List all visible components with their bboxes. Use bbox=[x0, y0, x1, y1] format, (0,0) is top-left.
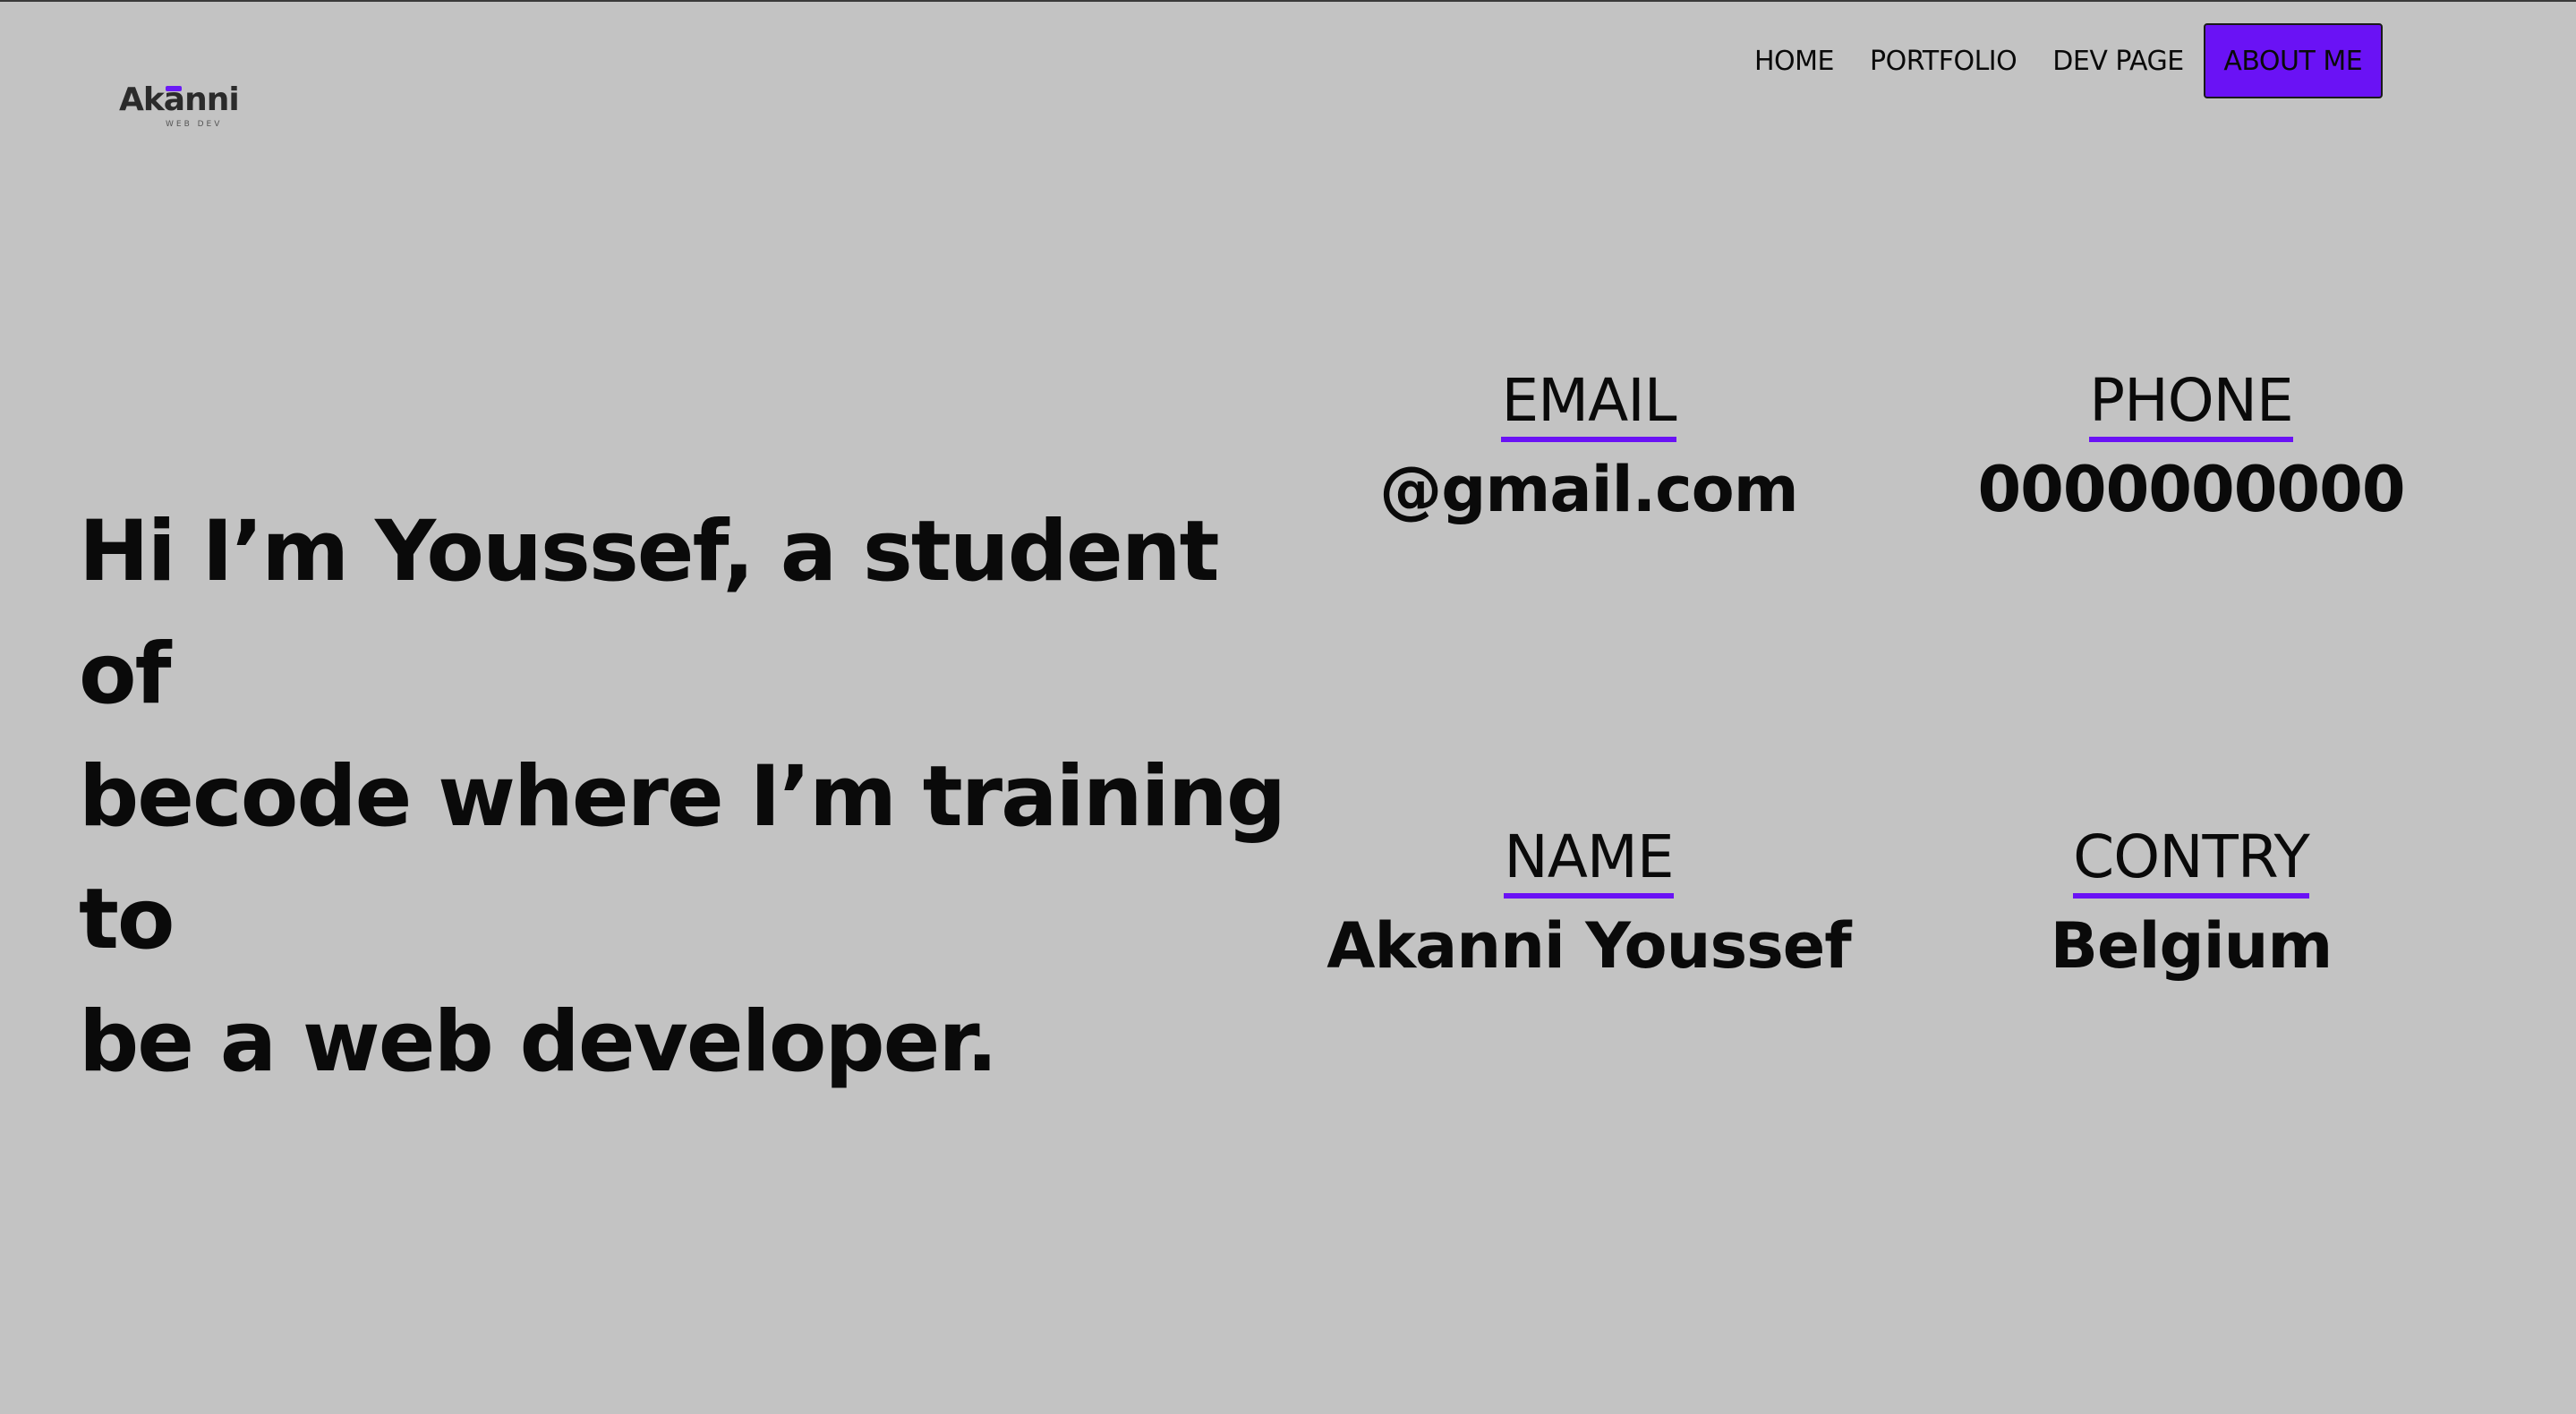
name-info: NAME Akanni Youssef bbox=[1302, 822, 1875, 986]
hero-intro: Hi I’m Youssef, a student of becode wher… bbox=[79, 490, 1332, 1103]
country-label: CONTRY bbox=[2073, 822, 2310, 899]
name-label: NAME bbox=[1504, 822, 1675, 899]
country-value: Belgium bbox=[2050, 909, 2333, 983]
email-info: EMAIL @gmail.com bbox=[1302, 365, 1875, 530]
phone-value: 0000000000 bbox=[1977, 453, 2405, 526]
main-nav: HOME PORTFOLIO DEV PAGE ABOUT ME bbox=[1754, 21, 2383, 100]
nav-about-me-button[interactable]: ABOUT ME bbox=[2203, 23, 2383, 98]
nav-dev-page-link[interactable]: DEV PAGE bbox=[2052, 46, 2184, 77]
name-value: Akanni Youssef bbox=[1326, 909, 1851, 983]
logo[interactable]: Akanni WEB DEV bbox=[119, 81, 244, 134]
logo-tagline: WEB DEV bbox=[166, 120, 223, 129]
hero-line-1: Hi I’m Youssef, a student of bbox=[79, 503, 1220, 723]
phone-label: PHONE bbox=[2089, 365, 2294, 442]
nav-home-link[interactable]: HOME bbox=[1754, 46, 1835, 77]
email-value: @gmail.com bbox=[1379, 453, 1798, 526]
hero-line-3: be a web developer. bbox=[79, 993, 998, 1091]
email-label: EMAIL bbox=[1501, 365, 1677, 442]
phone-info: PHONE 0000000000 bbox=[1905, 365, 2478, 530]
nav-portfolio-link[interactable]: PORTFOLIO bbox=[1870, 46, 2017, 77]
top-border bbox=[0, 0, 2576, 2]
country-info: CONTRY Belgium bbox=[1905, 822, 2478, 986]
logo-accent-mark bbox=[166, 86, 182, 91]
hero-line-2: becode where I’m training to bbox=[79, 748, 1286, 968]
